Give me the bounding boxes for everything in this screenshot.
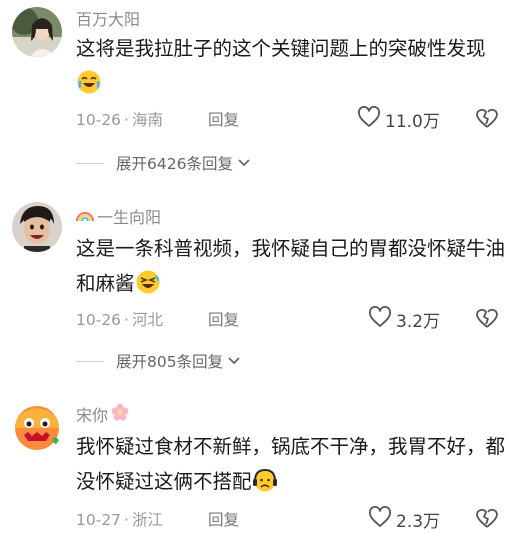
avatar[interactable]	[12, 403, 62, 453]
comment-meta: 10-26 · 河北	[76, 308, 163, 330]
divider-line	[76, 162, 104, 164]
chevron-down-icon	[237, 154, 251, 172]
flower-icon	[111, 403, 129, 425]
broken-heart-icon	[474, 309, 500, 333]
username[interactable]: 百万大阳	[76, 6, 140, 30]
like-count: 3.2万	[396, 312, 441, 332]
comment-text: 这是一条科普视频，我怀疑自己的胃都没怀疑牛油和麻酱	[76, 231, 506, 306]
dislike-button[interactable]	[474, 307, 500, 333]
like-button[interactable]: 3.2万	[368, 306, 440, 333]
reply-button[interactable]: 回复	[208, 108, 239, 130]
expand-replies-label: 展开805条回复	[116, 353, 224, 371]
expand-replies-button[interactable]: 展开805条回复	[76, 350, 241, 372]
expand-replies-button[interactable]: 展开6426条回复	[76, 152, 251, 174]
comment-text: 这将是我拉肚子的这个关键问题上的突破性发现	[76, 31, 506, 106]
like-count: 2.3万	[396, 512, 441, 532]
broken-heart-icon	[474, 109, 500, 133]
expand-replies-label: 展开6426条回复	[116, 155, 233, 173]
username-label: 宋你	[76, 406, 109, 425]
reply-button[interactable]: 回复	[208, 508, 239, 530]
reply-button[interactable]: 回复	[208, 308, 239, 330]
avatar[interactable]	[12, 202, 62, 252]
comment-date: 10-26	[76, 111, 122, 129]
like-button[interactable]: 11.0万	[357, 106, 440, 133]
username[interactable]: 宋你	[76, 402, 129, 426]
meta-separator: ·	[124, 511, 129, 529]
like-button[interactable]: 2.3万	[368, 506, 440, 533]
sad-headphones-emoji	[252, 467, 278, 504]
username-label: 一生向阳	[97, 208, 162, 227]
comment-meta: 10-26 · 海南	[76, 108, 163, 130]
comment-text: 我怀疑过食材不新鲜，锅底不干净，我胃不好，都没怀疑过这俩不搭配	[76, 429, 506, 504]
avatar[interactable]	[12, 7, 62, 57]
comment-date: 10-26	[76, 311, 122, 329]
laughing-crying-emoji	[76, 69, 102, 106]
rainbow-icon	[76, 207, 94, 226]
comment-meta: 10-27 · 浙江	[76, 508, 163, 530]
dislike-button[interactable]	[474, 107, 500, 133]
meta-separator: ·	[124, 111, 129, 129]
heart-icon	[357, 106, 381, 133]
comment-date: 10-27	[76, 511, 122, 529]
laughing-crying-emoji	[135, 269, 161, 306]
heart-icon	[368, 506, 392, 533]
chevron-down-icon	[227, 352, 241, 370]
divider-line	[76, 360, 104, 362]
comment-location: 浙江	[131, 511, 163, 529]
meta-separator: ·	[124, 311, 129, 329]
username[interactable]: 一生向阳	[76, 204, 161, 228]
heart-icon	[368, 306, 392, 333]
broken-heart-icon	[474, 509, 500, 533]
dislike-button[interactable]	[474, 507, 500, 533]
like-count: 11.0万	[385, 112, 440, 132]
comment-location: 河北	[131, 311, 163, 329]
comment-location: 海南	[131, 111, 163, 129]
